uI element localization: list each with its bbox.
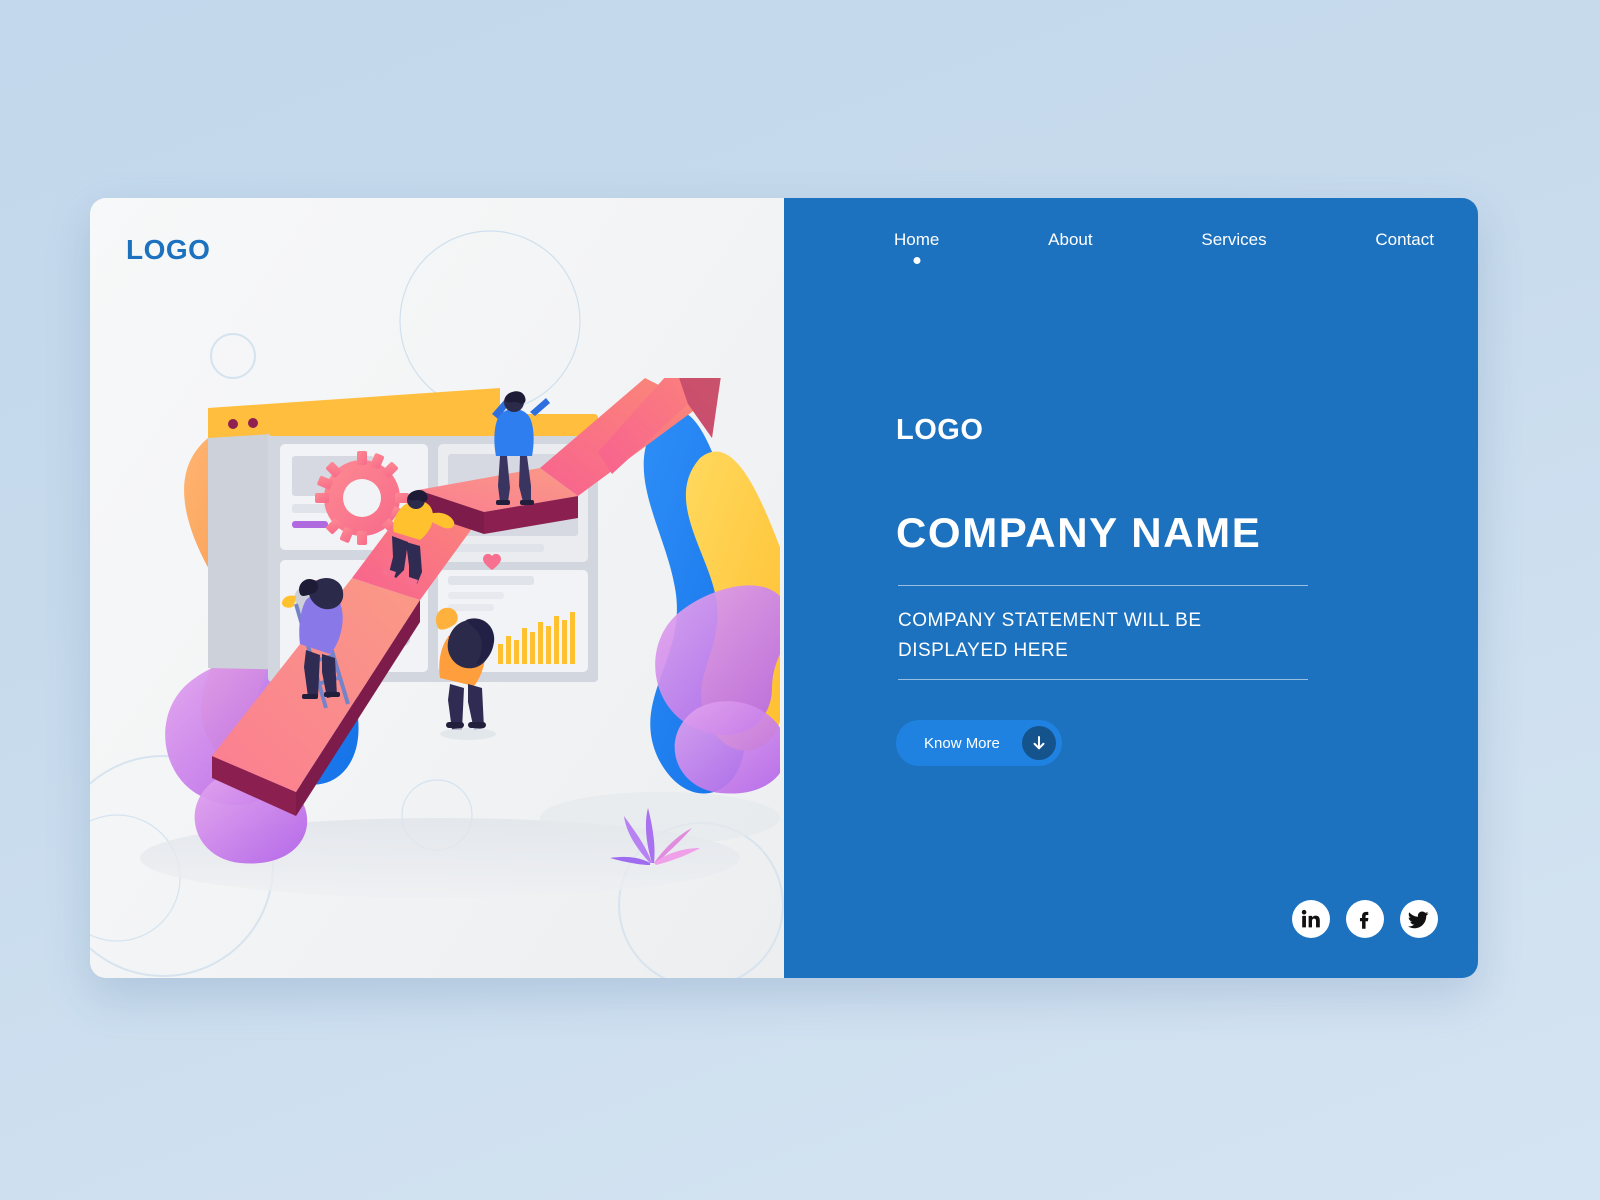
- divider-bottom: [898, 678, 1308, 680]
- nav-item-home[interactable]: Home: [894, 230, 939, 264]
- landing-page-card: LOGO Home About Services Contact LOGO CO…: [90, 198, 1478, 978]
- business-growth-illustration: [140, 378, 780, 898]
- know-more-label: Know More: [924, 734, 1000, 752]
- company-name: COMPANY NAME: [896, 509, 1262, 556]
- nav-label-services: Services: [1201, 230, 1267, 249]
- hero-logo: LOGO: [896, 414, 984, 446]
- social-links: [1292, 900, 1438, 938]
- facebook-icon[interactable]: [1346, 900, 1384, 938]
- nav-active-indicator: [913, 257, 921, 264]
- know-more-button[interactable]: Know More: [896, 720, 1062, 766]
- left-logo: LOGO: [126, 234, 211, 265]
- nav-label-contact: Contact: [1375, 230, 1434, 249]
- nav-item-contact[interactable]: Contact: [1375, 230, 1434, 264]
- hero-block: LOGO COMPANY NAME COMPANY STATEMENT WILL…: [896, 414, 1326, 680]
- arrow-down-icon: [1021, 726, 1056, 760]
- linkedin-icon[interactable]: [1292, 900, 1330, 938]
- company-statement: COMPANY STATEMENT WILL BE DISPLAYED HERE: [898, 610, 1202, 661]
- nav-item-services[interactable]: Services: [1201, 230, 1266, 264]
- left-panel: LOGO: [90, 198, 784, 978]
- twitter-icon[interactable]: [1400, 900, 1438, 938]
- nav-label-about: About: [1048, 230, 1093, 249]
- nav-item-about[interactable]: About: [1048, 230, 1092, 264]
- main-navigation: Home About Services Contact: [894, 230, 1434, 264]
- right-panel: Home About Services Contact LOGO COMPANY…: [784, 198, 1478, 978]
- nav-label-home: Home: [894, 230, 940, 249]
